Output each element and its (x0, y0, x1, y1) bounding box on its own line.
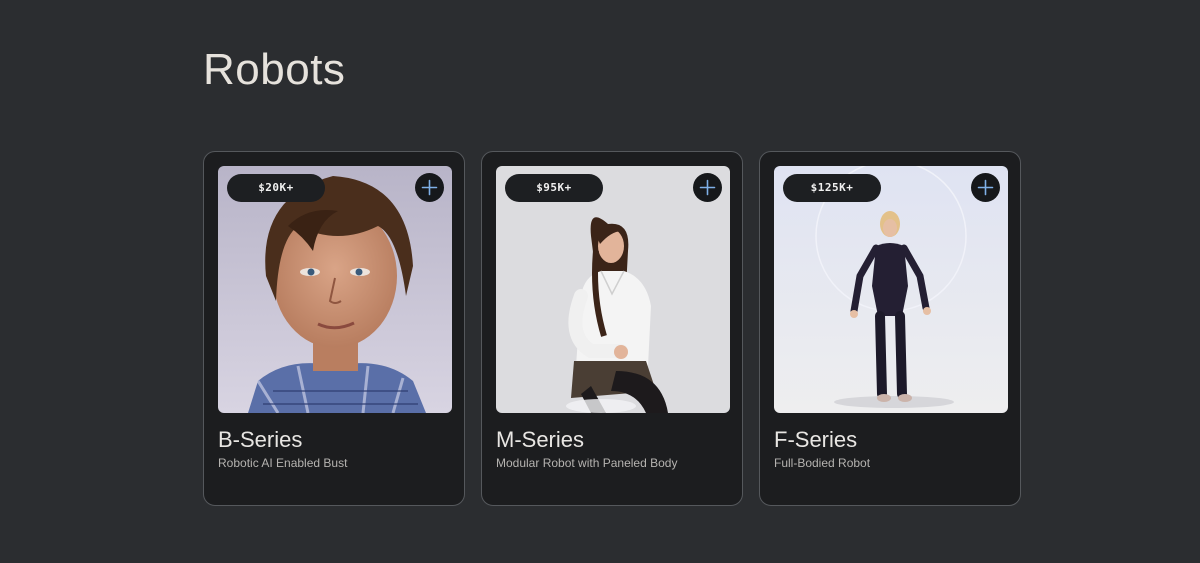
plus-icon (977, 179, 994, 196)
robot-image-b-series[interactable]: $20K+ (218, 166, 452, 413)
robot-card-m-series[interactable]: $95K+ M-Series Modular Robot with Panele… (481, 151, 743, 506)
plus-icon (421, 179, 438, 196)
robot-card-list: $20K+ B-Series Robotic AI Enabled Bust $… (203, 151, 1021, 506)
card-subtitle: Robotic AI Enabled Bust (218, 456, 348, 470)
card-title[interactable]: B-Series (218, 426, 302, 454)
card-title[interactable]: M-Series (496, 426, 584, 454)
seated-humanoid-photo (496, 166, 730, 413)
humanoid-bust-photo (218, 166, 452, 413)
robot-image-m-series[interactable]: $95K+ (496, 166, 730, 413)
add-button[interactable] (693, 173, 722, 202)
standing-humanoid-photo (774, 166, 1008, 413)
page-title: Robots (203, 45, 346, 94)
plus-icon (699, 179, 716, 196)
card-subtitle: Modular Robot with Paneled Body (496, 456, 678, 470)
price-badge: $95K+ (505, 174, 603, 202)
robot-card-b-series[interactable]: $20K+ B-Series Robotic AI Enabled Bust (203, 151, 465, 506)
price-badge: $125K+ (783, 174, 881, 202)
robots-page: Robots $20K+ B-Series Robotic AI Enabled… (0, 0, 1200, 563)
add-button[interactable] (971, 173, 1000, 202)
add-button[interactable] (415, 173, 444, 202)
price-badge: $20K+ (227, 174, 325, 202)
card-subtitle: Full-Bodied Robot (774, 456, 871, 470)
robot-image-f-series[interactable]: $125K+ (774, 166, 1008, 413)
card-title[interactable]: F-Series (774, 426, 857, 454)
robot-card-f-series[interactable]: $125K+ F-Series Full-Bodied Robot (759, 151, 1021, 506)
